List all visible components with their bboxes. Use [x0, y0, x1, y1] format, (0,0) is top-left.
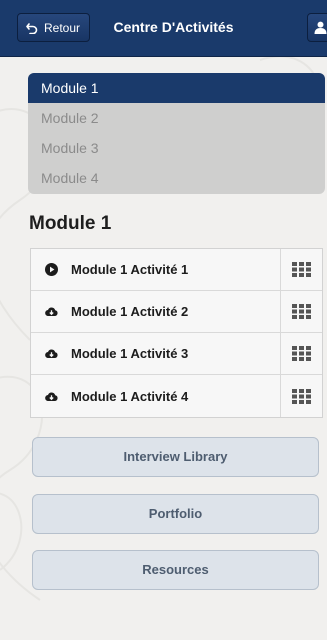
activity-row: Module 1 Activité 4: [31, 375, 322, 417]
activity-row: Module 1 Activité 2: [31, 291, 322, 333]
module-item-1[interactable]: Module 1: [28, 73, 325, 103]
activity-menu-button[interactable]: [280, 333, 322, 374]
activity-menu-button[interactable]: [280, 249, 322, 290]
activity-link-3[interactable]: Module 1 Activité 3: [31, 333, 280, 374]
module-selector-list: Module 1 Module 2 Module 3 Module 4: [28, 73, 325, 194]
resources-button[interactable]: Resources: [32, 550, 319, 590]
module-item-2[interactable]: Module 2: [28, 103, 325, 133]
cloud-download-icon: [45, 392, 58, 401]
top-navigation-bar: Retour Centre D'Activités: [0, 0, 327, 57]
section-heading: Module 1: [29, 213, 112, 234]
page-title: Centre D'Activités: [113, 19, 234, 35]
grid-icon: [292, 304, 311, 319]
portfolio-button[interactable]: Portfolio: [32, 494, 319, 534]
cloud-download-icon: [45, 349, 58, 359]
activity-table: Module 1 Activité 1 Module 1 Activité 2: [30, 248, 323, 418]
activity-label: Module 1 Activité 2: [71, 304, 189, 319]
activity-link-1[interactable]: Module 1 Activité 1: [31, 249, 280, 290]
grid-icon: [292, 262, 311, 277]
activity-menu-button[interactable]: [280, 375, 322, 417]
activity-row: Module 1 Activité 1: [31, 249, 322, 291]
activity-row: Module 1 Activité 3: [31, 333, 322, 375]
activity-label: Module 1 Activité 1: [71, 262, 189, 277]
grid-icon: [292, 346, 311, 361]
user-icon: [314, 21, 327, 34]
activity-label: Module 1 Activité 3: [71, 346, 189, 361]
activity-menu-button[interactable]: [280, 291, 322, 332]
cloud-download-icon: [45, 307, 58, 317]
profile-button[interactable]: [307, 13, 327, 42]
activity-label: Module 1 Activité 4: [71, 388, 189, 404]
interview-library-button[interactable]: Interview Library: [32, 437, 319, 477]
grid-icon: [292, 388, 311, 404]
play-circle-icon: [45, 263, 58, 276]
activity-link-2[interactable]: Module 1 Activité 2: [31, 291, 280, 332]
module-item-3[interactable]: Module 3: [28, 133, 325, 163]
module-item-4[interactable]: Module 4: [28, 163, 325, 193]
activity-link-4[interactable]: Module 1 Activité 4: [31, 375, 280, 417]
